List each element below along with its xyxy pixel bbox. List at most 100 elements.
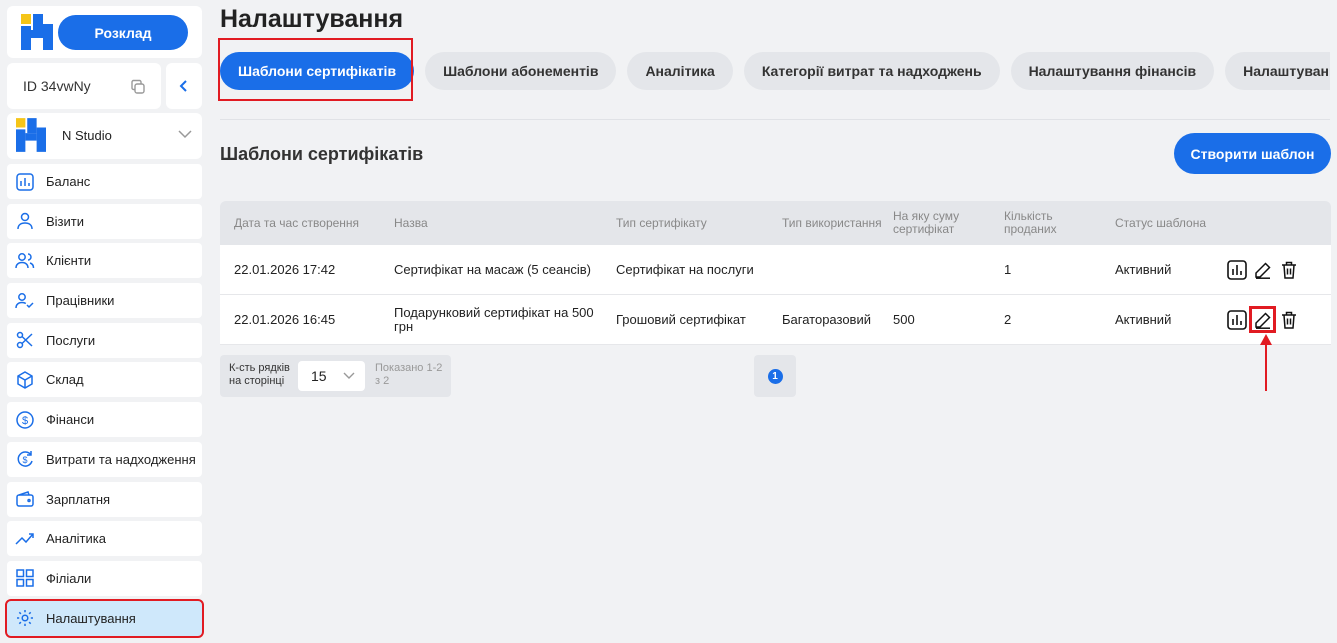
column-header-sold: Кількість проданих (1004, 209, 1057, 236)
copy-icon[interactable] (129, 78, 147, 96)
chevron-left-icon (179, 80, 187, 92)
account-id: ID 34vwNy (7, 63, 161, 109)
cell-created: 22.01.2026 17:42 (234, 262, 336, 277)
cell-type: Сертифікат на послуги (616, 262, 754, 277)
sidebar-item-warehouse[interactable]: Склад (7, 362, 202, 398)
table-header: Дата та час створення Назва Тип сертифік… (220, 201, 1331, 245)
table-row: 22.01.2026 16:45 Подарунковий сертифікат… (220, 295, 1331, 345)
sidebar-item-settings[interactable]: Налаштування (5, 598, 204, 638)
svg-text:$: $ (22, 415, 28, 427)
page-button-1[interactable]: 1 (767, 368, 783, 384)
employee-icon (15, 291, 35, 311)
cell-name: Сертифікат на масаж (5 сеансів) (394, 262, 592, 277)
sidebar-item-branches[interactable]: Філіали (7, 560, 202, 596)
studio-logo-icon (16, 118, 46, 152)
column-header-created: Дата та час створення (234, 215, 360, 230)
sidebar-item-balance[interactable]: Баланс (7, 164, 202, 199)
section-title: Шаблони сертифікатів (220, 144, 424, 164)
stats-icon[interactable] (1227, 310, 1247, 330)
trash-icon[interactable] (1279, 260, 1299, 280)
user-icon (15, 211, 35, 231)
sidebar-item-employees[interactable]: Працівники (7, 283, 202, 319)
sidebar-item-label: Налаштування (46, 610, 136, 626)
tab-finance-settings[interactable]: Налаштування фінансів (1010, 52, 1215, 90)
box-icon (15, 370, 35, 390)
column-header-name: Назва (394, 215, 428, 230)
table-row: 22.01.2026 17:42 Сертифікат на масаж (5 … (220, 245, 1331, 295)
chevron-down-icon (178, 130, 192, 139)
logo-box: Розклад (7, 6, 202, 58)
sidebar-item-finance[interactable]: $ Фінанси (7, 402, 202, 438)
tab-highlight-box (218, 38, 413, 101)
cell-usage: Багаторазовий (782, 312, 871, 327)
tab-subscription-templates[interactable]: Шаблони абонементів (425, 52, 617, 90)
sidebar-item-label: Послуги (46, 332, 96, 348)
trash-icon[interactable] (1279, 310, 1299, 330)
tab-analytics[interactable]: Аналітика (627, 52, 733, 90)
divider (220, 119, 1330, 120)
sidebar-item-services[interactable]: Послуги (7, 322, 202, 358)
sidebar-item-salary[interactable]: Зарплатня (7, 481, 202, 517)
grid-icon (15, 568, 35, 588)
column-header-type: Тип сертифікату (616, 215, 707, 230)
cell-amount: 500 (893, 312, 915, 327)
page-title: Налаштування (220, 5, 404, 33)
app-logo-icon (21, 14, 53, 50)
studio-name: N Studio (62, 128, 112, 143)
cell-amount (893, 245, 993, 295)
stats-icon[interactable] (1227, 260, 1247, 280)
pagination: 1 (754, 355, 796, 397)
column-header-status: Статус шаблона (1115, 215, 1207, 230)
cell-usage (782, 245, 887, 295)
account-id-label: ID 34vwNy (23, 78, 91, 94)
column-header-usage: Тип використання (782, 215, 882, 230)
collapse-sidebar-button[interactable] (166, 63, 202, 109)
sidebar-item-expenses[interactable]: $ Витрати та надходження (7, 441, 202, 477)
row-actions (1227, 260, 1299, 280)
column-header-amount: На яку суму сертифікат (893, 209, 960, 236)
sidebar-item-clients[interactable]: Клієнти (7, 243, 202, 279)
users-icon (15, 251, 35, 271)
tab-sms-settings[interactable]: Налаштування SMS (1225, 52, 1330, 90)
arrow-up-icon (1260, 334, 1272, 391)
tab-expense-categories[interactable]: Категорії витрат та надходжень (743, 52, 1000, 90)
rows-per-page-select[interactable]: 15 (298, 361, 365, 391)
sidebar-item-visits[interactable]: Візити (7, 203, 202, 239)
cell-type: Грошовий сертифікат (616, 312, 746, 327)
trend-icon (15, 529, 35, 549)
cell-status: Активний (1115, 312, 1172, 327)
edit-highlight-box (1249, 306, 1276, 333)
cell-sold: 2 (1004, 312, 1012, 327)
sidebar-item-label: Працівники (46, 293, 115, 309)
svg-text:$: $ (22, 455, 27, 465)
gear-icon (15, 608, 35, 628)
sidebar-item-label: Витрати та надходження (46, 451, 196, 467)
sidebar: Розклад ID 34vwNy N Studio Баланс Візити (0, 0, 208, 643)
sidebar-item-label: Візити (46, 213, 84, 229)
sidebar-item-label: Баланс (46, 174, 91, 189)
sidebar-item-label: Фінанси (46, 412, 95, 428)
sidebar-item-analytics[interactable]: Аналітика (7, 521, 202, 557)
chart-icon (15, 172, 35, 192)
rows-per-page-value: 15 (311, 368, 327, 384)
cell-status: Активний (1115, 262, 1172, 277)
edit-icon[interactable] (1253, 260, 1273, 280)
cell-sold: 1 (1004, 262, 1012, 277)
studio-selector[interactable]: N Studio (7, 113, 202, 159)
dollar-icon: $ (15, 410, 35, 430)
exchange-icon: $ (15, 449, 35, 469)
sidebar-item-label: Аналітика (46, 531, 106, 547)
sidebar-item-label: Філіали (46, 570, 92, 586)
templates-table: Дата та час створення Назва Тип сертифік… (220, 201, 1331, 345)
shown-count: Показано 1-2 з 2 (375, 362, 443, 387)
wallet-icon (15, 489, 35, 509)
sidebar-item-label: Клієнти (46, 253, 92, 269)
create-template-button[interactable]: Створити шаблон (1174, 133, 1331, 174)
sidebar-item-label: Склад (46, 372, 84, 388)
rows-per-page: К-сть рядків на сторінці 15 Показано 1-2… (220, 355, 451, 397)
schedule-button[interactable]: Розклад (58, 15, 188, 50)
chevron-down-icon (343, 372, 355, 379)
scissors-icon (15, 330, 35, 350)
sidebar-nav: Баланс Візити Клієнти Працівники Послуги… (5, 164, 204, 640)
rows-per-page-label: К-сть рядків на сторінці (229, 362, 290, 387)
